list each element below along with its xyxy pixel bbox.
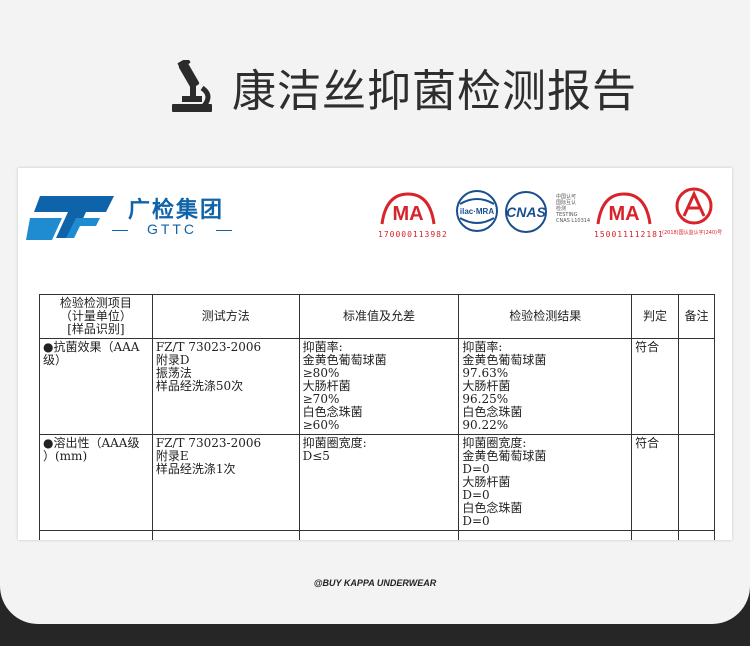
column-header-result: 检验检测结果 bbox=[458, 294, 633, 339]
brand-name-en: GTTC bbox=[112, 221, 232, 237]
row-standard: 抑菌圈宽度: D≤5 bbox=[298, 434, 460, 531]
cma-seal-icon: MA bbox=[596, 192, 652, 225]
page-heading: 康洁丝抑菌检测报告 bbox=[168, 52, 637, 122]
row-result: 抑菌率: 金黄色葡萄球菌 97.63% 大肠杆菌 96.25% 白色念珠菌 90… bbox=[458, 338, 633, 435]
cma-certification-2: MA 150011112181 bbox=[594, 190, 664, 239]
cma-number-2: 150011112181 bbox=[594, 230, 664, 239]
svg-text:ilac·MRA: ilac·MRA bbox=[460, 207, 494, 216]
table-row: ●溶出性（AAA级 ）(mm) FZ/T 73023-2006 附录E 样品经洗… bbox=[39, 434, 715, 531]
ilac-mra-logo-icon: ilac·MRA bbox=[456, 190, 498, 232]
svg-text:CNAS: CNAS bbox=[506, 204, 546, 220]
column-header-note: 备注 bbox=[678, 294, 715, 339]
test-results-table: 检验检测项目 （计量单位） [样品识别] 测试方法 标准值及允差 检验检测结果 … bbox=[39, 294, 715, 540]
cma-certification-1: MA 170000113982 bbox=[378, 190, 448, 239]
footer-credit: @BUY KAPPA UNDERWEAR bbox=[313, 578, 437, 588]
row-method bbox=[151, 530, 300, 540]
row-note bbox=[678, 434, 715, 531]
row-result: 抑菌圈宽度: 金黄色葡萄球菌 D=0 大肠杆菌 D=0 白色念珠菌 D=0 bbox=[458, 434, 633, 531]
page-title: 康洁丝抑菌检测报告 bbox=[232, 66, 637, 117]
row-verdict bbox=[631, 530, 679, 540]
row-verdict: 符合 bbox=[631, 434, 679, 531]
microscope-icon bbox=[172, 60, 212, 112]
cal-seal-icon bbox=[675, 187, 713, 225]
table-row bbox=[39, 530, 715, 540]
table-header-row: 检验检测项目 （计量单位） [样品识别] 测试方法 标准值及允差 检验检测结果 … bbox=[39, 294, 715, 339]
column-header-verdict: 判定 bbox=[631, 294, 679, 339]
ilac-mra-certification: ilac·MRA bbox=[454, 188, 498, 238]
row-verdict: 符合 bbox=[631, 338, 679, 435]
gttc-logo bbox=[26, 196, 114, 240]
row-note bbox=[678, 530, 715, 540]
row-standard bbox=[298, 530, 460, 540]
cnas-text: 中国认可 国际互认 检测 TESTING CNAS L10314 bbox=[556, 194, 596, 224]
table-row: ●抗菌效果（AAA 级） FZ/T 73023-2006 附录D 振荡法 样品经… bbox=[39, 338, 715, 435]
column-header-method: 测试方法 bbox=[151, 294, 300, 339]
test-report-sheet: 广检集团 GTTC MA 170000113982 ilac·MRA CNAS bbox=[18, 168, 732, 540]
column-header-item: 检验检测项目 （计量单位） [样品识别] bbox=[39, 294, 153, 339]
cnas-logo-icon: CNAS bbox=[505, 191, 547, 233]
row-item bbox=[39, 530, 153, 540]
cal-certification: (2018)国认监认字(240)号 bbox=[662, 186, 732, 236]
row-note bbox=[678, 338, 715, 435]
column-header-standard: 标准值及允差 bbox=[298, 294, 460, 339]
svg-text:MA: MA bbox=[392, 203, 423, 225]
row-standard: 抑菌率: 金黄色葡萄球菌 ≥80% 大肠杆菌 ≥70% 白色念珠菌 ≥60% bbox=[298, 338, 460, 435]
cnas-certification: CNAS bbox=[500, 190, 554, 238]
row-method: FZ/T 73023-2006 附录E 样品经洗涤1次 bbox=[151, 434, 300, 531]
row-result bbox=[458, 530, 633, 540]
brand-name-cn: 广检集团 bbox=[128, 198, 225, 223]
cma-number-1: 170000113982 bbox=[378, 230, 448, 239]
cal-cert-number: (2018)国认监认字(240)号 bbox=[662, 230, 723, 236]
cnas-text-line: CNAS L10314 bbox=[556, 218, 591, 224]
row-item: ●溶出性（AAA级 ）(mm) bbox=[39, 434, 153, 531]
svg-text:MA: MA bbox=[608, 203, 639, 225]
cma-seal-icon: MA bbox=[380, 192, 436, 225]
row-item: ●抗菌效果（AAA 级） bbox=[39, 338, 153, 435]
row-method: FZ/T 73023-2006 附录D 振荡法 样品经洗涤50次 bbox=[151, 338, 300, 435]
content-panel: 康洁丝抑菌检测报告 广检集团 GTTC MA 170000113982 ilac… bbox=[0, 0, 750, 624]
